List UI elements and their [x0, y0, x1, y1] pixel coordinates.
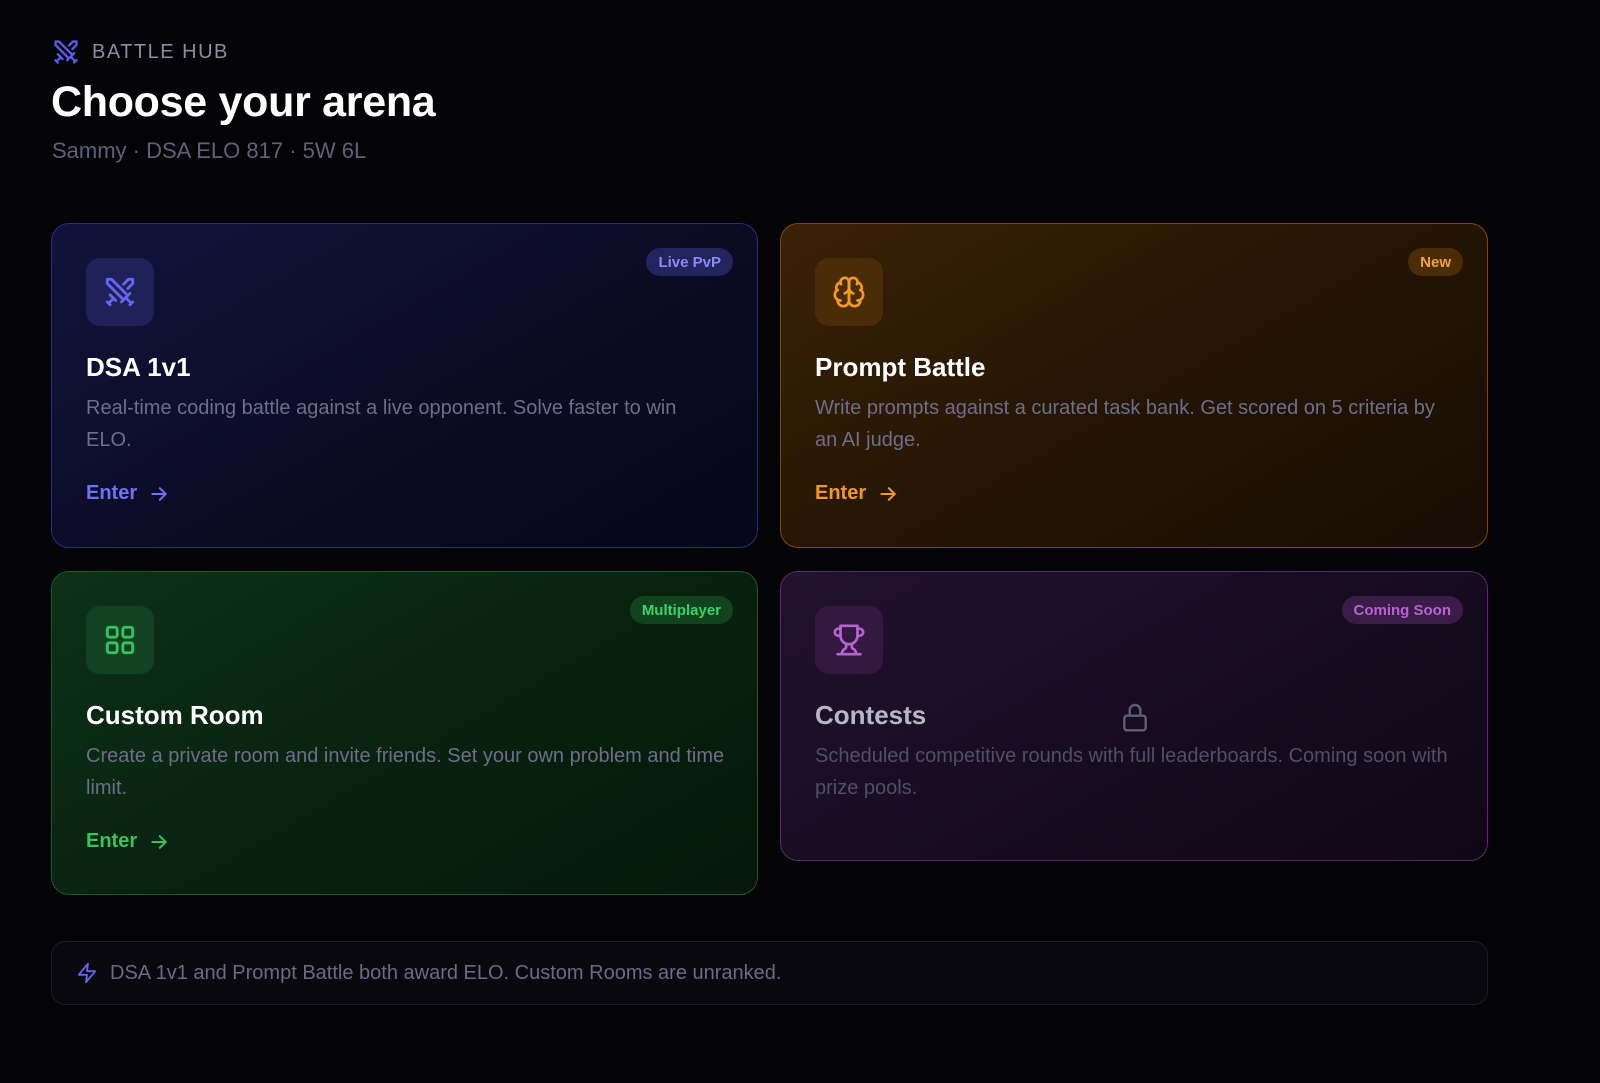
- lock-icon: [1123, 703, 1147, 732]
- hub-label-text: BATTLE HUB: [92, 40, 229, 63]
- page-title: Choose your arena: [51, 78, 436, 126]
- enter-button[interactable]: Enter: [86, 482, 169, 505]
- swords-icon: [105, 277, 135, 307]
- card-description: Scheduled competitive rounds with full l…: [815, 745, 1448, 799]
- elo-info-note: DSA 1v1 and Prompt Battle both award ELO…: [51, 941, 1488, 1005]
- lightning-icon: [77, 962, 97, 984]
- grid-icon: [105, 625, 135, 655]
- brain-icon: [833, 276, 865, 308]
- swords-icon: [54, 40, 78, 64]
- card-icon-box: [815, 258, 883, 326]
- card-description: Create a private room and invite friends…: [86, 745, 725, 799]
- enter-label: Enter: [86, 830, 138, 852]
- enter-button[interactable]: Enter: [815, 482, 898, 505]
- card-title: Custom Room: [86, 700, 264, 730]
- player-stats: Sammy · DSA ELO 817 · 5W 6L: [52, 138, 367, 163]
- card-title: Contests: [815, 700, 927, 730]
- enter-label: Enter: [86, 482, 138, 504]
- card-icon-box: [815, 606, 883, 674]
- card-icon-box: [86, 258, 154, 326]
- arena-card-dsa-1v1[interactable]: Live PvP DSA 1v1 Real-time coding battle…: [51, 223, 758, 548]
- trophy-icon: [833, 624, 865, 656]
- arena-card-custom-room[interactable]: Multiplayer Custom Room Create a private…: [51, 571, 758, 895]
- status-badge: Live PvP: [646, 248, 733, 276]
- status-badge: New: [1408, 248, 1463, 276]
- hub-label: BATTLE HUB: [52, 38, 229, 66]
- card-description: Write prompts against a curated task ban…: [815, 397, 1435, 451]
- card-description: Real-time coding battle against a live o…: [86, 397, 677, 451]
- arena-card-prompt-battle[interactable]: New Prompt Battle Write prompts against …: [780, 223, 1488, 548]
- elo-info-text: DSA 1v1 and Prompt Battle both award ELO…: [110, 961, 782, 984]
- card-icon-box: [86, 606, 154, 674]
- card-title: Prompt Battle: [815, 352, 986, 382]
- status-badge: Coming Soon: [1341, 596, 1463, 624]
- arrow-right-icon: [151, 486, 167, 501]
- arrow-right-icon: [880, 486, 896, 501]
- battle-hub-page: BATTLE HUB Choose your arena Sammy · DSA…: [0, 0, 1600, 1083]
- arrow-right-icon: [151, 834, 167, 849]
- enter-label: Enter: [815, 482, 867, 504]
- arena-card-contests: Coming Soon Contests Scheduled competiti…: [780, 571, 1488, 861]
- card-title: DSA 1v1: [86, 352, 191, 382]
- status-badge: Multiplayer: [629, 596, 733, 624]
- enter-button[interactable]: Enter: [86, 830, 169, 853]
